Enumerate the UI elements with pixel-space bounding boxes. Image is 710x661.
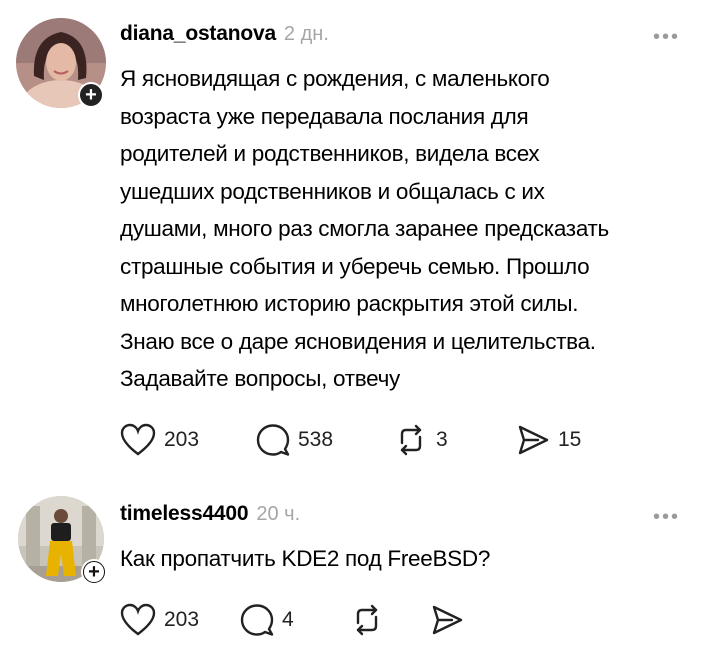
more-options-icon[interactable]: •••: [653, 506, 680, 529]
comment-icon: [256, 424, 290, 456]
heart-icon: [120, 603, 156, 636]
share-button[interactable]: 15: [516, 423, 581, 457]
post-text-line: Задавайте вопросы, отвечу: [120, 366, 400, 391]
plus-icon: +: [83, 561, 105, 583]
post-text-line: Как пропатчить KDE2 под FreeBSD?: [120, 546, 491, 571]
reply-count: 538: [298, 428, 334, 451]
repost-count: 3: [436, 428, 448, 451]
post-text-line: родителей и родственников, видела всех: [120, 141, 540, 166]
repost-icon: [400, 424, 422, 456]
username[interactable]: diana_ostanova: [120, 22, 276, 46]
post-text-line: Знаю все о даре ясновидения и целительст…: [120, 328, 596, 354]
send-icon: [518, 425, 549, 455]
post-text: Как пропатчить KDE2 под FreeBSD?: [120, 540, 690, 578]
post-text-line: душами, много раз смогла заранее предска…: [120, 216, 609, 241]
repost-icon: [356, 604, 378, 636]
post-text-line: страшные события и уберечь семью. Прошло: [120, 253, 590, 279]
post-text: Я ясновидящая с рождения, с маленького в…: [120, 60, 690, 398]
follow-button[interactable]: +: [81, 559, 107, 585]
plus-icon: +: [80, 84, 102, 106]
repost-button[interactable]: [350, 603, 430, 637]
reply-button[interactable]: 4: [240, 603, 350, 637]
more-options-icon[interactable]: •••: [653, 26, 680, 49]
reply-button[interactable]: 538: [256, 423, 394, 457]
comment-icon: [240, 604, 274, 636]
thread-post: + diana_ostanova 2 дн. ••• Я ясновидящая…: [0, 0, 710, 480]
repost-button[interactable]: 3: [394, 423, 516, 457]
like-count: 203: [164, 608, 200, 631]
like-button[interactable]: 203: [120, 423, 256, 457]
username[interactable]: timeless4400: [120, 502, 249, 526]
post-text-line: Я ясновидящая с рождения, с маленького: [120, 66, 550, 91]
like-button[interactable]: 203: [120, 603, 240, 637]
post-text-line: ушедших родственников и общалась с их: [120, 178, 545, 204]
heart-icon: [120, 423, 156, 456]
thread-post: + timeless4400 20 ч. ••• Как пропатчить …: [0, 480, 710, 661]
post-time: 2 дн.: [283, 23, 329, 45]
share-button[interactable]: [430, 603, 472, 637]
send-icon: [432, 605, 463, 635]
follow-button[interactable]: +: [78, 82, 104, 108]
post-text-line: возраста уже передавала послания для: [120, 103, 529, 129]
post-time: 20 ч.: [256, 503, 301, 525]
like-count: 203: [164, 428, 200, 451]
share-count: 15: [558, 428, 582, 451]
reply-count: 4: [282, 608, 294, 631]
post-text-line: многолетнюю историю раскрытия этой силы.: [120, 291, 579, 316]
